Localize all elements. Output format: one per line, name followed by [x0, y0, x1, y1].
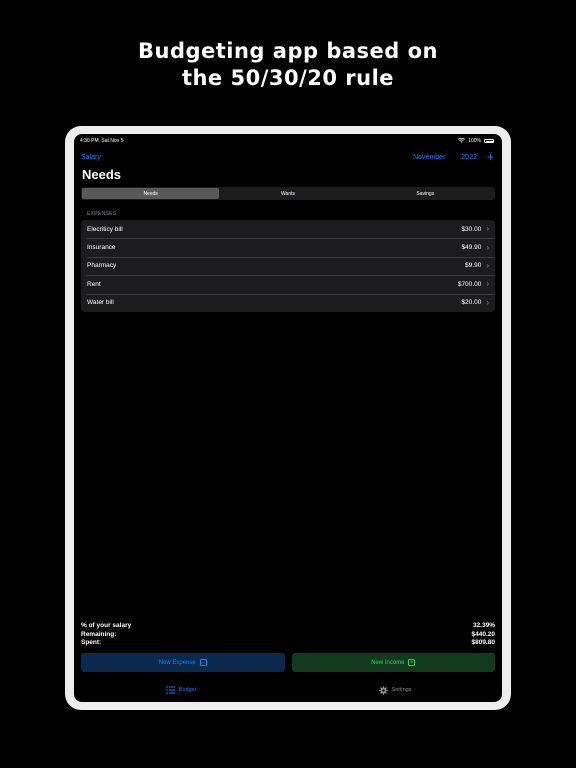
- chevron-right-icon: ›: [486, 297, 489, 307]
- expense-amount: $20.00: [461, 299, 482, 307]
- chevron-right-icon: ›: [486, 242, 489, 252]
- expense-name: Insurance: [87, 244, 116, 252]
- tab-settings[interactable]: Settings: [288, 683, 502, 697]
- expense-amount: $49.90: [461, 244, 482, 252]
- percent-label: % of your salary: [81, 622, 132, 629]
- list-item[interactable]: Pharmacy $9.90 ›: [81, 256, 495, 275]
- status-time-date: 4:30 PM Sat Nov 5: [80, 138, 123, 144]
- tab-budget[interactable]: Budget: [74, 683, 288, 697]
- spent-label: Spent:: [81, 639, 102, 646]
- action-buttons: New Expense − New Income +: [81, 653, 495, 672]
- list-bullet-icon: [165, 686, 175, 694]
- wifi-icon: [458, 137, 466, 145]
- navigation-bar: Salary November 2022 +: [81, 151, 494, 163]
- budget-summary: % of your salary 32.39% Remaining: $440.…: [81, 622, 495, 648]
- summary-percent-row: % of your salary 32.39%: [81, 622, 495, 631]
- segment-wants[interactable]: Wants: [219, 188, 356, 199]
- salary-button[interactable]: Salary: [81, 154, 413, 161]
- spent-value: $809.80: [471, 639, 496, 646]
- chevron-right-icon: ›: [486, 224, 489, 234]
- status-bar: 4:30 PM Sat Nov 5 100%: [80, 137, 494, 145]
- gear-icon: [378, 685, 388, 695]
- category-segmented-control: Needs Wants Savings: [81, 187, 495, 200]
- expense-name: Pharmacy: [87, 262, 117, 270]
- expense-amount: $9.90: [465, 262, 482, 270]
- battery-percent: 100%: [468, 138, 481, 144]
- remaining-label: Remaining:: [81, 630, 117, 638]
- plus-square-icon: +: [408, 659, 416, 666]
- promo-headline: Budgeting app based on the 50/30/20 rule: [0, 38, 576, 92]
- new-expense-button[interactable]: New Expense −: [81, 653, 285, 672]
- percent-value: 32.39%: [472, 622, 495, 629]
- expenses-list: Elecriticy bill $30.00 › Insurance $49.9…: [81, 220, 495, 312]
- month-picker[interactable]: November: [413, 154, 445, 161]
- tab-budget-label: Budget: [178, 687, 197, 693]
- segment-savings[interactable]: Savings: [357, 188, 494, 199]
- new-income-button[interactable]: New Income +: [291, 653, 495, 672]
- expense-name: Water bill: [87, 299, 114, 307]
- list-item[interactable]: Elecriticy bill $30.00 ›: [81, 220, 495, 238]
- chevron-right-icon: ›: [486, 260, 489, 270]
- expense-name: Elecriticy bill: [87, 225, 123, 233]
- status-right: 100%: [458, 137, 494, 145]
- tab-bar: Budget Settings: [74, 683, 502, 697]
- chevron-right-icon: ›: [486, 279, 489, 289]
- remaining-value: $440.20: [471, 630, 496, 638]
- list-item[interactable]: Rent $700.00 ›: [81, 275, 495, 293]
- expense-amount: $700.00: [457, 280, 482, 288]
- expense-name: Rent: [87, 280, 101, 288]
- promo-line-2: the 50/30/20 rule: [181, 66, 395, 90]
- minus-square-icon: −: [199, 659, 207, 666]
- new-income-label: New Income: [371, 659, 405, 666]
- year-picker[interactable]: 2022: [461, 154, 477, 161]
- expense-amount: $30.00: [461, 225, 482, 233]
- summary-remaining-row: Remaining: $440.20: [81, 631, 495, 640]
- list-item[interactable]: Insurance $49.90 ›: [81, 238, 495, 256]
- battery-icon: [484, 139, 494, 143]
- promo-line-1: Budgeting app based on: [137, 39, 438, 63]
- new-expense-label: New Expense: [158, 659, 196, 666]
- segment-needs[interactable]: Needs: [82, 188, 220, 199]
- list-item[interactable]: Water bill $20.00 ›: [81, 293, 495, 312]
- status-time: 4:30 PM: [80, 138, 99, 144]
- status-date: Sat Nov 5: [101, 138, 124, 144]
- plus-icon[interactable]: +: [487, 151, 494, 163]
- tab-settings-label: Settings: [391, 687, 412, 693]
- app-screen: 4:30 PM Sat Nov 5 100% Salary November 2…: [74, 134, 502, 702]
- page-title: Needs: [82, 167, 122, 182]
- summary-spent-row: Spent: $809.80: [81, 639, 495, 648]
- expenses-section-header: EXPENSES: [87, 211, 117, 217]
